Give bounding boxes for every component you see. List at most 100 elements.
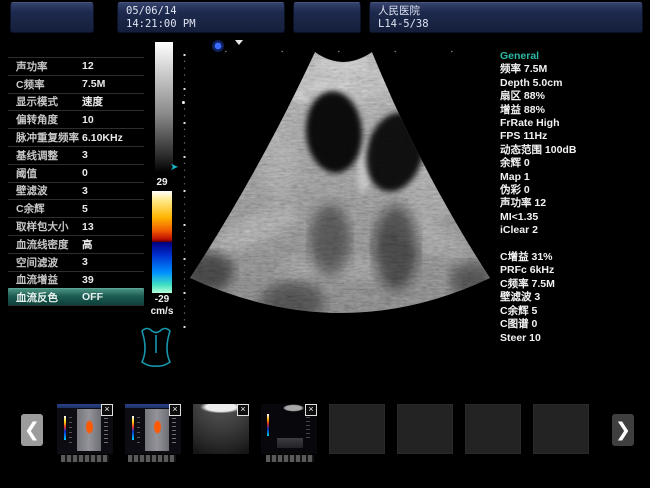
param-label: 壁滤波 xyxy=(16,183,82,198)
info-line: 动态范围 100dB xyxy=(500,144,648,157)
param-label: 取样包大小 xyxy=(16,219,82,234)
info-line: 壁滤波 3 xyxy=(500,291,648,304)
param-value: 高 xyxy=(82,237,140,252)
info-line: FPS 11Hz xyxy=(500,130,648,143)
close-icon[interactable]: × xyxy=(305,404,317,416)
thumbnail-2[interactable]: × xyxy=(125,404,181,454)
param-value: 12 xyxy=(82,60,140,72)
param-label: C余辉 xyxy=(16,201,82,216)
sidebar-row-spatial-filter[interactable]: 空间滤波 3 xyxy=(8,253,144,271)
param-value: 3 xyxy=(82,185,140,197)
velocity-scale-unit: cm/s xyxy=(144,306,180,317)
info-line: Steer 10 xyxy=(500,332,648,345)
doppler-color-bar xyxy=(152,191,172,293)
info-section-title: General xyxy=(500,50,648,63)
thumbnail-slot-empty xyxy=(397,404,453,454)
param-value: 3 xyxy=(82,256,140,268)
thumbnail-3[interactable]: × xyxy=(193,404,249,454)
next-thumbnails-button[interactable]: ❯ xyxy=(612,414,634,446)
info-line: PRFc 6kHz xyxy=(500,264,648,277)
param-label: 偏转角度 xyxy=(16,112,82,127)
close-icon[interactable]: × xyxy=(237,404,249,416)
info-line: C图谱 0 xyxy=(500,318,648,331)
velocity-scale-min: -29 xyxy=(146,294,178,305)
param-value: 7.5M xyxy=(82,78,140,90)
thumbnail-strip: × × × × xyxy=(57,404,589,454)
thumbnail-filmstrip xyxy=(61,455,109,462)
info-line: C余辉 5 xyxy=(500,305,648,318)
info-line: 余辉 0 xyxy=(500,157,648,170)
param-label: 显示模式 xyxy=(16,94,82,109)
info-line: iClear 2 xyxy=(500,224,648,237)
sidebar-row-display-mode[interactable]: 显示模式 速度 xyxy=(8,93,144,111)
close-icon[interactable]: × xyxy=(101,404,113,416)
sidebar-row-wall-filter[interactable]: 壁滤波 3 xyxy=(8,182,144,200)
header-segment-blank xyxy=(293,2,361,33)
info-line: 声功率 12 xyxy=(500,197,648,210)
param-label: 血流增益 xyxy=(16,272,82,287)
param-label: 血流线密度 xyxy=(16,237,82,252)
sidebar-row-steer-angle[interactable]: 偏转角度 10 xyxy=(8,110,144,128)
chevron-left-icon: ❮ xyxy=(24,419,40,442)
parameter-sidebar: 声功率 12 C频率 7.5M 显示模式 速度 偏转角度 10 脉冲重复频率 6… xyxy=(8,57,144,306)
info-line: 增益 88% xyxy=(500,104,648,117)
blue-orientation-dot xyxy=(215,43,222,50)
chevron-right-icon: ❯ xyxy=(615,419,631,442)
info-line: FrRate High xyxy=(500,117,648,130)
sidebar-row-acoustic-power[interactable]: 声功率 12 xyxy=(8,57,144,75)
ultrasound-screen: 05/06/14 14:21:00 PM 人民医院 L14-5/38 声功率 1… xyxy=(0,0,650,488)
body-marker-icon[interactable] xyxy=(137,326,175,370)
header-time: 14:21:00 PM xyxy=(126,18,276,31)
param-value: 10 xyxy=(82,114,140,126)
sidebar-row-c-persistence[interactable]: C余辉 5 xyxy=(8,199,144,217)
thumbnail-slot-empty xyxy=(329,404,385,454)
hospital-name: 人民医院 xyxy=(378,5,634,18)
thumbnail-slot-empty xyxy=(465,404,521,454)
thumbnail-1[interactable]: × xyxy=(57,404,113,454)
image-info-panel: General 频率 7.5M Depth 5.0cm 扇区 88% 增益 88… xyxy=(500,50,648,345)
param-label: C频率 xyxy=(16,77,82,92)
param-value: 3 xyxy=(82,149,140,161)
header-hospital: 人民医院 L14-5/38 xyxy=(369,2,643,33)
thumbnail-slot-empty xyxy=(533,404,589,454)
param-value: 39 xyxy=(82,274,140,286)
param-value: 6.10KHz xyxy=(82,132,140,144)
info-line: Map 1 xyxy=(500,171,648,184)
sidebar-row-flow-gain[interactable]: 血流增益 39 xyxy=(8,271,144,289)
thumbnail-filmstrip xyxy=(128,455,176,462)
info-line: 频率 7.5M xyxy=(500,63,648,76)
focus-marker-icon: ➤ xyxy=(170,162,178,173)
thumbnail-4[interactable]: × xyxy=(261,404,317,454)
sidebar-row-baseline[interactable]: 基线调整 3 xyxy=(8,146,144,164)
info-line: Depth 5.0cm xyxy=(500,77,648,90)
sidebar-row-packet-size[interactable]: 取样包大小 13 xyxy=(8,217,144,235)
info-line: 伪彩 0 xyxy=(500,184,648,197)
header-date: 05/06/14 xyxy=(126,5,276,18)
param-value: 速度 xyxy=(82,94,140,109)
info-line: C增益 31% xyxy=(500,251,648,264)
close-icon[interactable]: × xyxy=(169,404,181,416)
param-label: 基线调整 xyxy=(16,148,82,163)
sidebar-row-prf[interactable]: 脉冲重复频率 6.10KHz xyxy=(8,128,144,146)
param-label: 阈值 xyxy=(16,166,82,181)
sidebar-row-c-frequency[interactable]: C频率 7.5M xyxy=(8,75,144,93)
probe-model: L14-5/38 xyxy=(378,18,634,31)
info-line: 扇区 88% xyxy=(500,90,648,103)
param-value: 0 xyxy=(82,167,140,179)
header-segment-blank xyxy=(10,2,94,33)
param-value: 5 xyxy=(82,203,140,215)
velocity-scale-max: 29 xyxy=(148,177,176,188)
probe-position-marker xyxy=(235,40,243,45)
sidebar-row-line-density[interactable]: 血流线密度 高 xyxy=(8,235,144,253)
param-label: 脉冲重复频率 xyxy=(16,130,82,145)
param-value: 13 xyxy=(82,221,140,233)
param-label: 血流反色 xyxy=(16,290,82,305)
grayscale-bar xyxy=(155,42,173,172)
thumbnail-filmstrip xyxy=(266,455,314,462)
sidebar-row-threshold[interactable]: 阈值 0 xyxy=(8,164,144,182)
prev-thumbnails-button[interactable]: ❮ xyxy=(21,414,43,446)
ultrasound-image xyxy=(180,40,500,390)
header-datetime: 05/06/14 14:21:00 PM xyxy=(117,2,285,33)
sidebar-row-flow-invert[interactable]: 血流反色 OFF xyxy=(8,288,144,306)
param-label: 空间滤波 xyxy=(16,255,82,270)
